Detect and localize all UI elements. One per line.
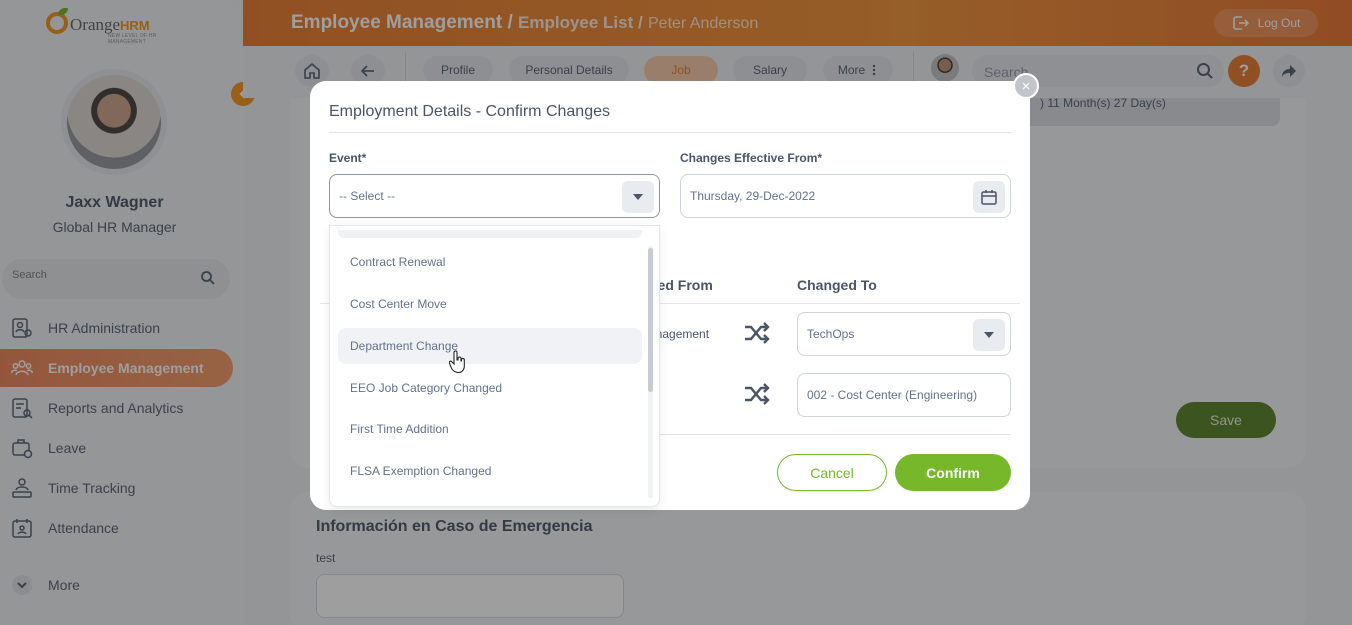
calendar-icon — [981, 190, 997, 205]
event-option-hovered[interactable]: Department Change — [338, 328, 642, 364]
caret-down-icon — [633, 194, 643, 200]
event-option[interactable]: First Time Addition — [338, 411, 642, 447]
confirm-changes-dialog: Employment Details - Confirm Changes Eve… — [310, 81, 1030, 510]
caret-down-icon — [984, 332, 994, 338]
event-option[interactable]: Contract Renewal — [338, 244, 642, 280]
dialog-title: Employment Details - Confirm Changes — [329, 103, 610, 120]
department-select[interactable]: TechOps — [797, 312, 1011, 356]
shuffle-icon — [745, 322, 770, 344]
dropdown-previous-item — [338, 230, 642, 238]
effective-from-label: Changes Effective From* — [680, 151, 823, 165]
calendar-button[interactable] — [973, 181, 1005, 213]
event-options-list[interactable]: Contract Renewal Cost Center Move Depart… — [329, 225, 660, 507]
column-changed-to: Changed To — [797, 277, 877, 293]
effective-date-value: Thursday, 29-Dec-2022 — [690, 189, 816, 203]
dialog-divider — [329, 132, 1011, 133]
confirm-button[interactable]: Confirm — [895, 454, 1011, 491]
close-dialog-button[interactable]: × — [1013, 73, 1039, 99]
department-select-value: TechOps — [807, 327, 855, 341]
cost-center-value: 002 - Cost Center (Engineering) — [807, 388, 978, 402]
cost-center-field[interactable]: 002 - Cost Center (Engineering) — [797, 373, 1011, 417]
dropdown-scrollbar-thumb[interactable] — [648, 248, 653, 392]
event-option[interactable]: EEO Job Category Changed — [338, 370, 642, 406]
table-divider — [640, 434, 1011, 435]
event-select-value: -- Select -- — [339, 189, 396, 203]
event-option[interactable]: FLSA Exemption Changed — [338, 453, 642, 489]
cancel-button[interactable]: Cancel — [777, 454, 887, 491]
event-option[interactable]: Cost Center Move — [338, 286, 642, 322]
event-dropdown-button[interactable] — [622, 181, 654, 213]
shuffle-icon — [745, 383, 770, 405]
hand-pointer-icon — [449, 350, 465, 374]
department-dropdown-button[interactable] — [973, 319, 1005, 351]
effective-date-input[interactable]: Thursday, 29-Dec-2022 — [680, 174, 1011, 218]
event-select[interactable]: -- Select -- — [329, 174, 660, 218]
event-label: Event* — [329, 151, 367, 165]
